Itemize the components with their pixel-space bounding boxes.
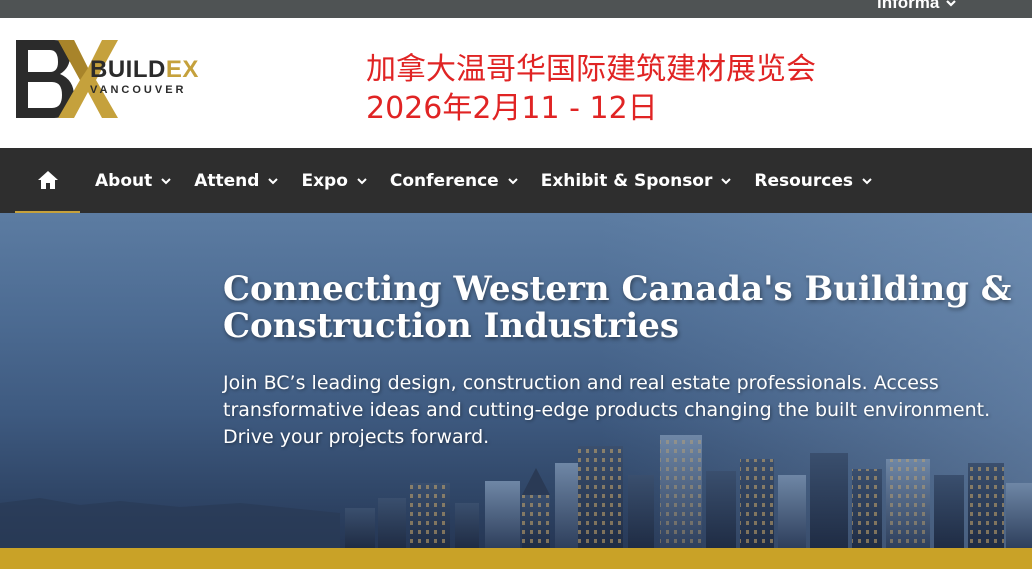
main-nav: About Attend Expo Conference Exhibit & S… [0, 148, 1032, 213]
top-utility-bar: informa [0, 0, 1032, 18]
nav-item-about[interactable]: About [95, 171, 172, 191]
hero-description: Join BC’s leading design, construction a… [223, 372, 991, 448]
home-icon [37, 170, 58, 189]
hero-banner: Connecting Western Canada's Building & C… [0, 213, 1032, 548]
chevron-down-icon [357, 177, 367, 184]
nav-item-expo[interactable]: Expo [301, 171, 367, 191]
chevron-down-icon [507, 177, 518, 184]
site-header: BUILDEX VANCOUVER 加拿大温哥华国际建筑建材展览会 2026年2… [0, 18, 1032, 148]
headline-dates: 2026年2月11 - 12日 [366, 91, 658, 126]
event-headline: 加拿大温哥华国际建筑建材展览会 2026年2月11 - 12日 [366, 50, 816, 128]
chevron-down-icon [946, 0, 957, 7]
chevron-down-icon [268, 177, 279, 184]
informa-menu[interactable]: informa [877, 0, 957, 13]
nav-item-conference[interactable]: Conference [390, 171, 519, 191]
nav-item-exhibit-sponsor[interactable]: Exhibit & Sponsor [541, 171, 733, 191]
logo-city: VANCOUVER [90, 84, 187, 96]
nav-home[interactable] [15, 148, 80, 213]
chevron-down-icon [161, 177, 171, 184]
nav-item-attend[interactable]: Attend [194, 171, 279, 191]
chevron-down-icon [721, 177, 732, 184]
informa-label: informa [877, 0, 940, 12]
hero-title: Connecting Western Canada's Building & C… [223, 269, 1012, 346]
logo-wordmark: BUILDEX [90, 56, 199, 83]
nav-item-resources[interactable]: Resources [754, 171, 873, 191]
chevron-down-icon [862, 177, 872, 184]
gold-accent-bar [0, 548, 1032, 569]
headline-title: 加拿大温哥华国际建筑建材展览会 [366, 52, 816, 87]
